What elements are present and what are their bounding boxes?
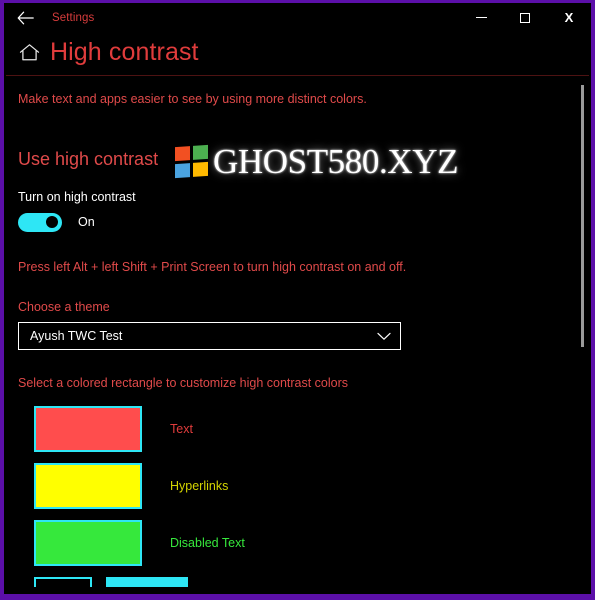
high-contrast-toggle-row: On [18,212,591,232]
minimize-button[interactable] [459,3,503,32]
shortcut-hint: Press left Alt + left Shift + Print Scre… [18,259,407,274]
close-icon: X [564,10,574,25]
swatch-disabled-text[interactable] [34,520,142,566]
swatch-label: Disabled Text [170,536,245,550]
back-button[interactable] [4,3,46,32]
close-button[interactable]: X [547,3,591,32]
app-title: Settings [52,11,95,24]
page-subtitle: Make text and apps easier to see by usin… [18,92,367,106]
toggle-label: Turn on high contrast [18,189,136,204]
maximize-button[interactable] [503,3,547,32]
title-bar: Settings X [4,3,591,32]
back-arrow-icon [17,11,34,24]
home-glyph-icon [19,44,39,61]
color-swatch-list: Text Hyperlinks Disabled Text [18,406,591,587]
swatch-row: Text [18,406,591,452]
toggle-knob [46,216,58,229]
swatch-selected-background[interactable] [106,577,188,587]
settings-window: Settings X High contrast Make text and a… [0,0,595,600]
swatch-label: Text [170,422,193,436]
swatch-row: Hyperlinks [18,463,591,509]
swatch-instruction: Select a colored rectangle to customize … [18,376,349,390]
toggle-state-label: On [78,215,95,230]
swatch-row-partial [18,577,591,587]
swatch-label: Hyperlinks [170,479,229,493]
window-controls: X [459,3,591,32]
scrollbar-thumb[interactable] [581,85,584,347]
high-contrast-toggle[interactable] [18,212,62,232]
page-title: High contrast [50,38,199,66]
theme-combobox[interactable]: Ayush TWC Test [18,322,401,350]
swatch-row: Disabled Text [18,520,591,566]
swatch-text[interactable] [34,406,142,452]
page-header: High contrast [4,32,591,75]
content-scrollbar[interactable] [578,76,588,587]
settings-content: Make text and apps easier to see by usin… [4,76,591,587]
theme-combo-label: Choose a theme [18,300,110,314]
maximize-icon [520,12,530,23]
minimize-icon [475,17,487,18]
swatch-selected-text[interactable] [34,577,92,587]
swatch-hyperlinks[interactable] [34,463,142,509]
section-heading: Use high contrast [18,148,159,169]
home-icon[interactable] [18,42,40,64]
chevron-down-icon [377,332,391,340]
theme-combobox-value: Ayush TWC Test [30,329,123,343]
